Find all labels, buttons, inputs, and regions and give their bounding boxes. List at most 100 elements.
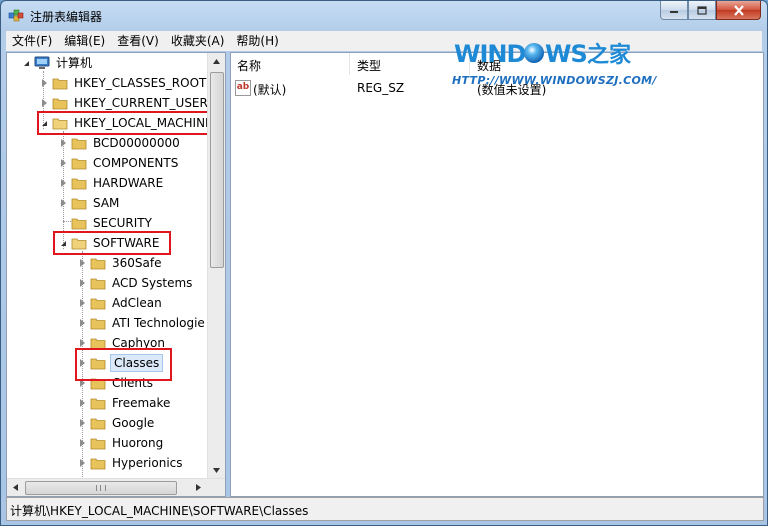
collapsed-arrow-icon[interactable]: [77, 458, 87, 468]
tree-label: HARDWARE: [93, 176, 164, 190]
status-bar: 计算机\HKEY_LOCAL_MACHINE\SOFTWARE\Classes: [6, 497, 764, 521]
tree-node-acd-systems[interactable]: ACD Systems: [77, 273, 194, 293]
tree-node-ati[interactable]: ATI Technologie: [77, 313, 207, 333]
tree-label: Huorong: [112, 436, 164, 450]
tree-node-bcd[interactable]: BCD00000000: [58, 133, 182, 153]
folder-icon: [90, 418, 106, 430]
scroll-up-button[interactable]: [208, 53, 225, 70]
tree-label: 计算机: [56, 56, 93, 70]
scroll-thumb[interactable]: [210, 72, 224, 268]
collapsed-arrow-icon[interactable]: [39, 98, 49, 108]
folder-icon: [71, 178, 87, 190]
svg-text:之家: 之家: [587, 42, 632, 68]
scroll-down-button[interactable]: [208, 462, 225, 479]
folder-icon: [52, 78, 68, 90]
collapsed-arrow-icon[interactable]: [58, 158, 68, 168]
minimize-icon: [670, 11, 678, 13]
collapsed-arrow-icon[interactable]: [77, 298, 87, 308]
maximize-button[interactable]: [688, 1, 716, 20]
menu-edit[interactable]: 编辑(E): [58, 32, 111, 50]
tree-node-hardware[interactable]: HARDWARE: [58, 173, 165, 193]
tree-horizontal-scrollbar[interactable]: [7, 478, 225, 496]
collapsed-arrow-icon[interactable]: [77, 278, 87, 288]
tree-label: BCD00000000: [93, 136, 180, 150]
tree-node-hkcr[interactable]: HKEY_CLASSES_ROOT: [39, 73, 208, 93]
menu-help[interactable]: 帮助(H): [230, 32, 284, 50]
tree-label: AdClean: [112, 296, 162, 310]
tree-label: Freemake: [112, 396, 171, 410]
folder-icon: [71, 158, 87, 170]
title-bar[interactable]: 注册表编辑器: [1, 1, 767, 31]
collapsed-arrow-icon[interactable]: [77, 258, 87, 268]
column-name[interactable]: 名称: [237, 57, 261, 74]
close-icon: [733, 4, 744, 16]
svg-text:WIND: WIND: [454, 40, 525, 68]
tree-node-360safe[interactable]: 360Safe: [77, 253, 163, 273]
column-type[interactable]: 类型: [357, 57, 381, 74]
tree-node-sam[interactable]: SAM: [58, 193, 121, 213]
collapsed-arrow-icon[interactable]: [77, 438, 87, 448]
scrollbar-corner: [207, 479, 225, 496]
tree-label: Hyperionics: [112, 456, 183, 470]
collapsed-arrow-icon[interactable]: [58, 198, 68, 208]
collapsed-arrow-icon[interactable]: [77, 418, 87, 428]
tree-label: HKEY_CLASSES_ROOT: [74, 76, 207, 90]
collapsed-arrow-icon[interactable]: [58, 178, 68, 188]
folder-icon: [90, 298, 106, 310]
tree-label: ACD Systems: [112, 276, 193, 290]
minimize-button[interactable]: [660, 1, 688, 20]
scroll-thumb[interactable]: [25, 481, 177, 495]
svg-text:WS: WS: [545, 40, 587, 68]
maximize-icon: [697, 5, 707, 15]
tree-label: SECURITY: [93, 216, 152, 230]
tree-node-computer[interactable]: 计算机: [21, 53, 94, 73]
tree-node-hkcu[interactable]: HKEY_CURRENT_USER: [39, 93, 210, 113]
folder-icon: [90, 398, 106, 410]
folder-icon: [71, 218, 87, 230]
watermark-url: HTTP://WWW.WINDOWSZJ.COM/: [452, 74, 657, 87]
folder-icon: [90, 258, 106, 270]
folder-icon: [90, 458, 106, 470]
collapsed-arrow-icon[interactable]: [39, 78, 49, 88]
highlight-box: [53, 231, 171, 255]
close-button[interactable]: [716, 1, 761, 20]
registry-editor-icon: [8, 9, 24, 22]
collapsed-arrow-icon[interactable]: [77, 338, 87, 348]
collapsed-arrow-icon[interactable]: [77, 318, 87, 328]
registry-editor-window: 注册表编辑器 文件(F) 编辑(E) 查看(V) 收藏夹(A) 帮助(H) 计算…: [0, 0, 768, 526]
scroll-right-button[interactable]: [190, 479, 207, 496]
tree-node-google[interactable]: Google: [77, 413, 156, 433]
collapsed-arrow-icon[interactable]: [58, 138, 68, 148]
tree-node-huorong[interactable]: Huorong: [77, 433, 165, 453]
windowszj-watermark-logo: WIND WS 之家 HTTP://WWW.WINDOWSZJ.COM/: [446, 34, 658, 92]
arrow-up-icon: [213, 59, 220, 64]
tree-node-security[interactable]: SECURITY: [58, 213, 154, 233]
folder-icon: [90, 438, 106, 450]
tree-node-hyperionics[interactable]: Hyperionics: [77, 453, 185, 473]
menu-file[interactable]: 文件(F): [6, 32, 58, 50]
folder-icon: [52, 98, 68, 110]
collapsed-arrow-icon[interactable]: [77, 398, 87, 408]
tree-label: SAM: [93, 196, 120, 210]
tree-node-adclean[interactable]: AdClean: [77, 293, 164, 313]
value-type: REG_SZ: [357, 81, 405, 95]
values-list-pane: 名称 类型 数据 ab (默认) REG_SZ (数值未设置): [230, 52, 764, 497]
status-path: 计算机\HKEY_LOCAL_MACHINE\SOFTWARE\Classes: [10, 504, 309, 518]
tree-vertical-scrollbar[interactable]: [207, 53, 225, 479]
highlight-box: [37, 111, 216, 135]
tree-label: HKEY_CURRENT_USER: [74, 96, 208, 110]
arrow-down-icon: [213, 468, 220, 473]
menu-view[interactable]: 查看(V): [111, 32, 165, 50]
folder-icon: [71, 198, 87, 210]
window-controls: [660, 1, 761, 21]
arrow-right-icon: [196, 484, 201, 491]
tree-label: Google: [112, 416, 155, 430]
folder-icon: [90, 318, 106, 330]
tree-node-freemake[interactable]: Freemake: [77, 393, 172, 413]
value-name: (默认): [253, 83, 287, 97]
expanded-arrow-icon[interactable]: [21, 58, 31, 68]
column-separator[interactable]: [349, 53, 350, 75]
menu-favorites[interactable]: 收藏夹(A): [165, 32, 231, 50]
scroll-left-button[interactable]: [7, 479, 24, 496]
tree-node-components[interactable]: COMPONENTS: [58, 153, 180, 173]
